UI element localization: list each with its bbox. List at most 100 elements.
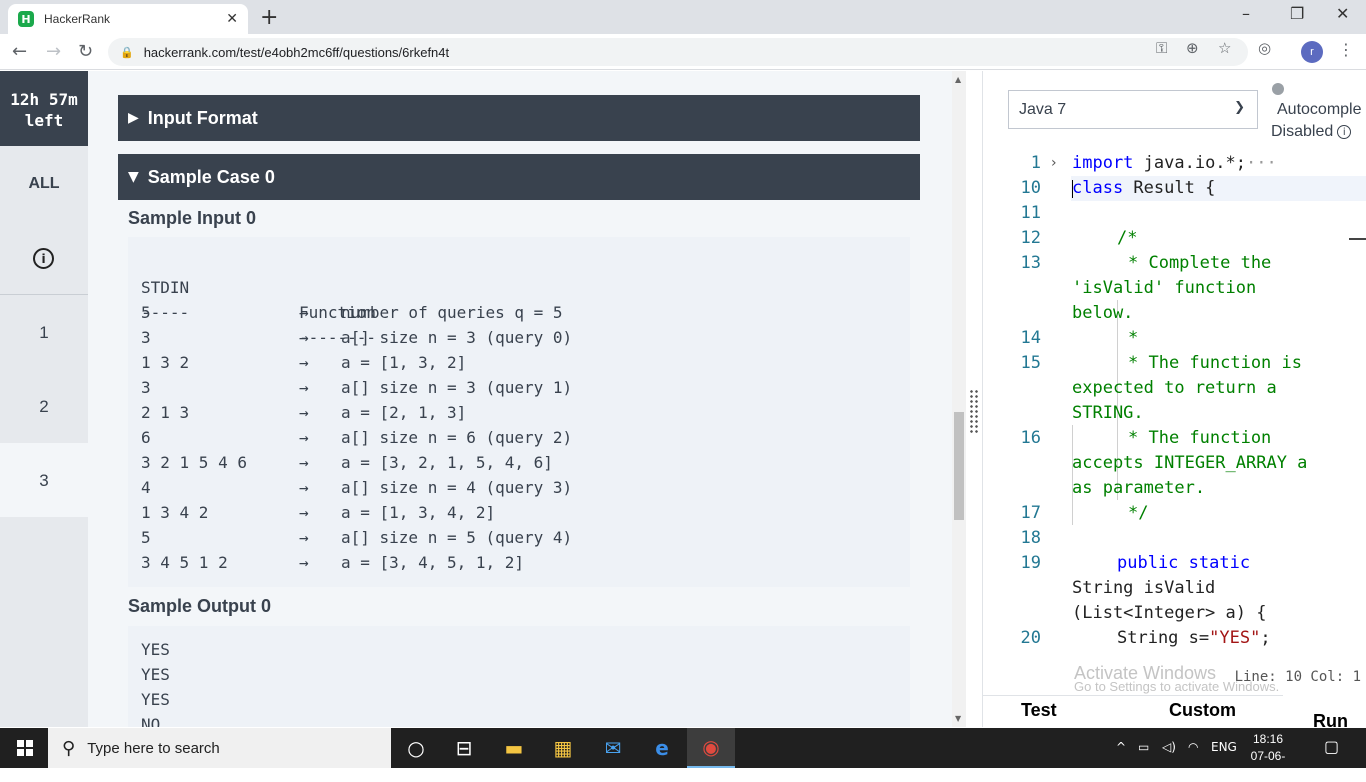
function-desc: a = [3, 2, 1, 5, 4, 6] [341, 453, 553, 472]
clock-time: 18:16 [1252, 732, 1284, 746]
run-button[interactable]: Run [1283, 695, 1366, 727]
autocomplete-label: Autocomple [1277, 101, 1362, 118]
line-number: 10 [1020, 178, 1041, 198]
function-desc: a[] size n = 3 (query 0) [341, 328, 573, 347]
function-desc: a = [1, 3, 4, 2] [341, 503, 496, 522]
drag-handle-icon[interactable] [969, 389, 979, 435]
wifi-icon[interactable]: ◠ [1188, 740, 1198, 754]
code-area[interactable]: 1 10 11 12 13 14 15 16 17 18 19 20 › import java.io… [983, 150, 1366, 658]
output-line: YES [141, 690, 170, 709]
sidebar-item-question-1[interactable]: 1 [0, 323, 88, 343]
code-line-16-wrap-2: as parameter. [1072, 478, 1206, 498]
url-bar[interactable]: 🔒 hackerrank.com/test/e4obh2mc6ff/questi… [108, 38, 1248, 66]
custom-input-tab[interactable]: Custom [1169, 700, 1236, 721]
collapse-arrow-icon: ▼ [128, 169, 139, 185]
chrome-icon[interactable]: ◉ [687, 728, 735, 768]
function-desc: number of queries q = 5 [341, 303, 563, 322]
zoom-icon[interactable]: ⊕ [1186, 39, 1199, 57]
tray-chevron-icon[interactable]: ^ [1116, 740, 1126, 754]
notifications-icon[interactable]: ▢ [1324, 737, 1339, 756]
code-line-10: class Result { [1072, 178, 1216, 198]
close-window-icon[interactable]: ✕ [1336, 4, 1349, 23]
sidebar-item-question-3[interactable]: 3 [0, 471, 88, 491]
language-select[interactable]: Java 7 ❯ [1008, 90, 1258, 129]
arrow-icon: → [299, 328, 309, 347]
browser-menu-icon[interactable]: ⋮ [1338, 40, 1354, 59]
arrow-icon: → [299, 378, 309, 397]
restore-icon[interactable]: ❐ [1290, 4, 1304, 23]
stdin-value: 3 2 1 5 4 6 [141, 453, 247, 472]
minimize-icon[interactable]: – [1242, 4, 1250, 23]
forward-icon[interactable]: → [46, 41, 61, 62]
back-icon[interactable]: ← [12, 41, 27, 62]
scroll-up-icon[interactable]: ▲ [955, 75, 961, 84]
tab-close-icon[interactable]: ✕ [226, 11, 238, 27]
input-header-row: STDIN Function [141, 250, 376, 322]
arrow-icon: → [299, 453, 309, 472]
task-view-icon[interactable]: ⊟ [440, 728, 488, 768]
language-indicator[interactable]: ENG [1211, 740, 1237, 754]
profile-avatar[interactable]: r [1301, 41, 1323, 63]
scroll-down-icon[interactable]: ▼ [955, 714, 961, 723]
function-desc: a = [2, 1, 3] [341, 403, 467, 422]
arrow-icon: → [299, 403, 309, 422]
panel-splitter[interactable] [966, 71, 982, 727]
arrow-icon: → [299, 353, 309, 372]
edge-icon[interactable]: e [638, 728, 686, 768]
reload-icon[interactable]: ↻ [78, 41, 93, 62]
taskbar-clock[interactable]: 18:16 07-06-2020 [1240, 731, 1296, 782]
autocomplete-status: Disabled i [1271, 123, 1352, 141]
info-icon[interactable]: i [33, 248, 54, 269]
scrollbar-thumb[interactable] [954, 412, 964, 520]
mail-icon[interactable]: ✉ [589, 728, 637, 768]
arrow-icon: → [299, 528, 309, 547]
line-number: 14 [1020, 328, 1041, 348]
hackerrank-favicon-icon: H [18, 11, 34, 27]
chevron-down-icon: ❯ [1234, 100, 1245, 115]
lock-icon: 🔒 [120, 45, 134, 59]
input-rule-row: ----- -------- [141, 275, 376, 347]
address-toolbar: ← → ↻ 🔒 hackerrank.com/test/e4obh2mc6ff/… [0, 34, 1366, 70]
code-line-17: */ [1128, 503, 1149, 523]
browser-tab[interactable]: H HackerRank ✕ [8, 4, 248, 34]
fold-chevron-icon[interactable]: › [1051, 151, 1057, 176]
input-format-header[interactable]: ▶ Input Format [118, 95, 920, 141]
code-line-15-wrap-1: expected to return a [1072, 378, 1277, 398]
sample-case-header[interactable]: ▼ Sample Case 0 [118, 154, 920, 200]
battery-icon[interactable]: ▭ [1138, 740, 1149, 754]
test-results-tab[interactable]: Test [1021, 700, 1057, 721]
line-number: 20 [1020, 628, 1041, 648]
bookmark-star-icon[interactable]: ☆ [1218, 39, 1231, 57]
tab-title: HackerRank [44, 12, 111, 26]
code-line-20: String s="YES"; [1117, 628, 1271, 648]
sidebar-item-all[interactable]: ALL [0, 175, 88, 193]
volume-icon[interactable]: ◁) [1162, 740, 1176, 754]
output-line: NO [141, 715, 161, 727]
editor-action-bar: Test Custom Run [983, 695, 1366, 727]
taskbar-search[interactable]: ⚲ Type here to search [48, 728, 391, 768]
language-value: Java 7 [1019, 100, 1067, 118]
key-icon[interactable]: ⚿ [1156, 39, 1167, 57]
function-desc: a[] size n = 5 (query 4) [341, 528, 573, 547]
stdin-value: 1 3 2 [141, 353, 190, 372]
extension-icon[interactable]: ◎ [1258, 39, 1271, 57]
autocomplete-status-text: Disabled [1271, 123, 1334, 140]
arrow-icon: → [299, 503, 309, 522]
expand-arrow-icon: ▶ [128, 110, 139, 126]
time-remaining: 12h 57m left [0, 71, 88, 146]
store-icon[interactable]: ▦ [539, 728, 587, 768]
line-number: 17 [1020, 503, 1041, 523]
arrow-icon: → [299, 428, 309, 447]
autocomplete-info-icon[interactable]: i [1337, 125, 1352, 139]
autocomplete-toggle[interactable] [1272, 83, 1284, 95]
sidebar-item-question-2[interactable]: 2 [0, 397, 88, 417]
cortana-icon[interactable]: ○ [392, 728, 440, 768]
function-desc: a = [1, 3, 2] [341, 353, 467, 372]
new-tab-icon[interactable]: + [260, 5, 278, 30]
windows-start-icon[interactable] [17, 740, 33, 756]
problem-scrollbar[interactable]: ▲ ▼ [952, 71, 966, 727]
file-explorer-icon[interactable]: ▬ [490, 728, 538, 768]
problem-panel: ▶ Input Format ▼ Sample Case 0 Sample In… [88, 71, 952, 727]
code-line-19-wrap-1: String isValid [1072, 578, 1216, 598]
line-number: 11 [1020, 203, 1041, 223]
